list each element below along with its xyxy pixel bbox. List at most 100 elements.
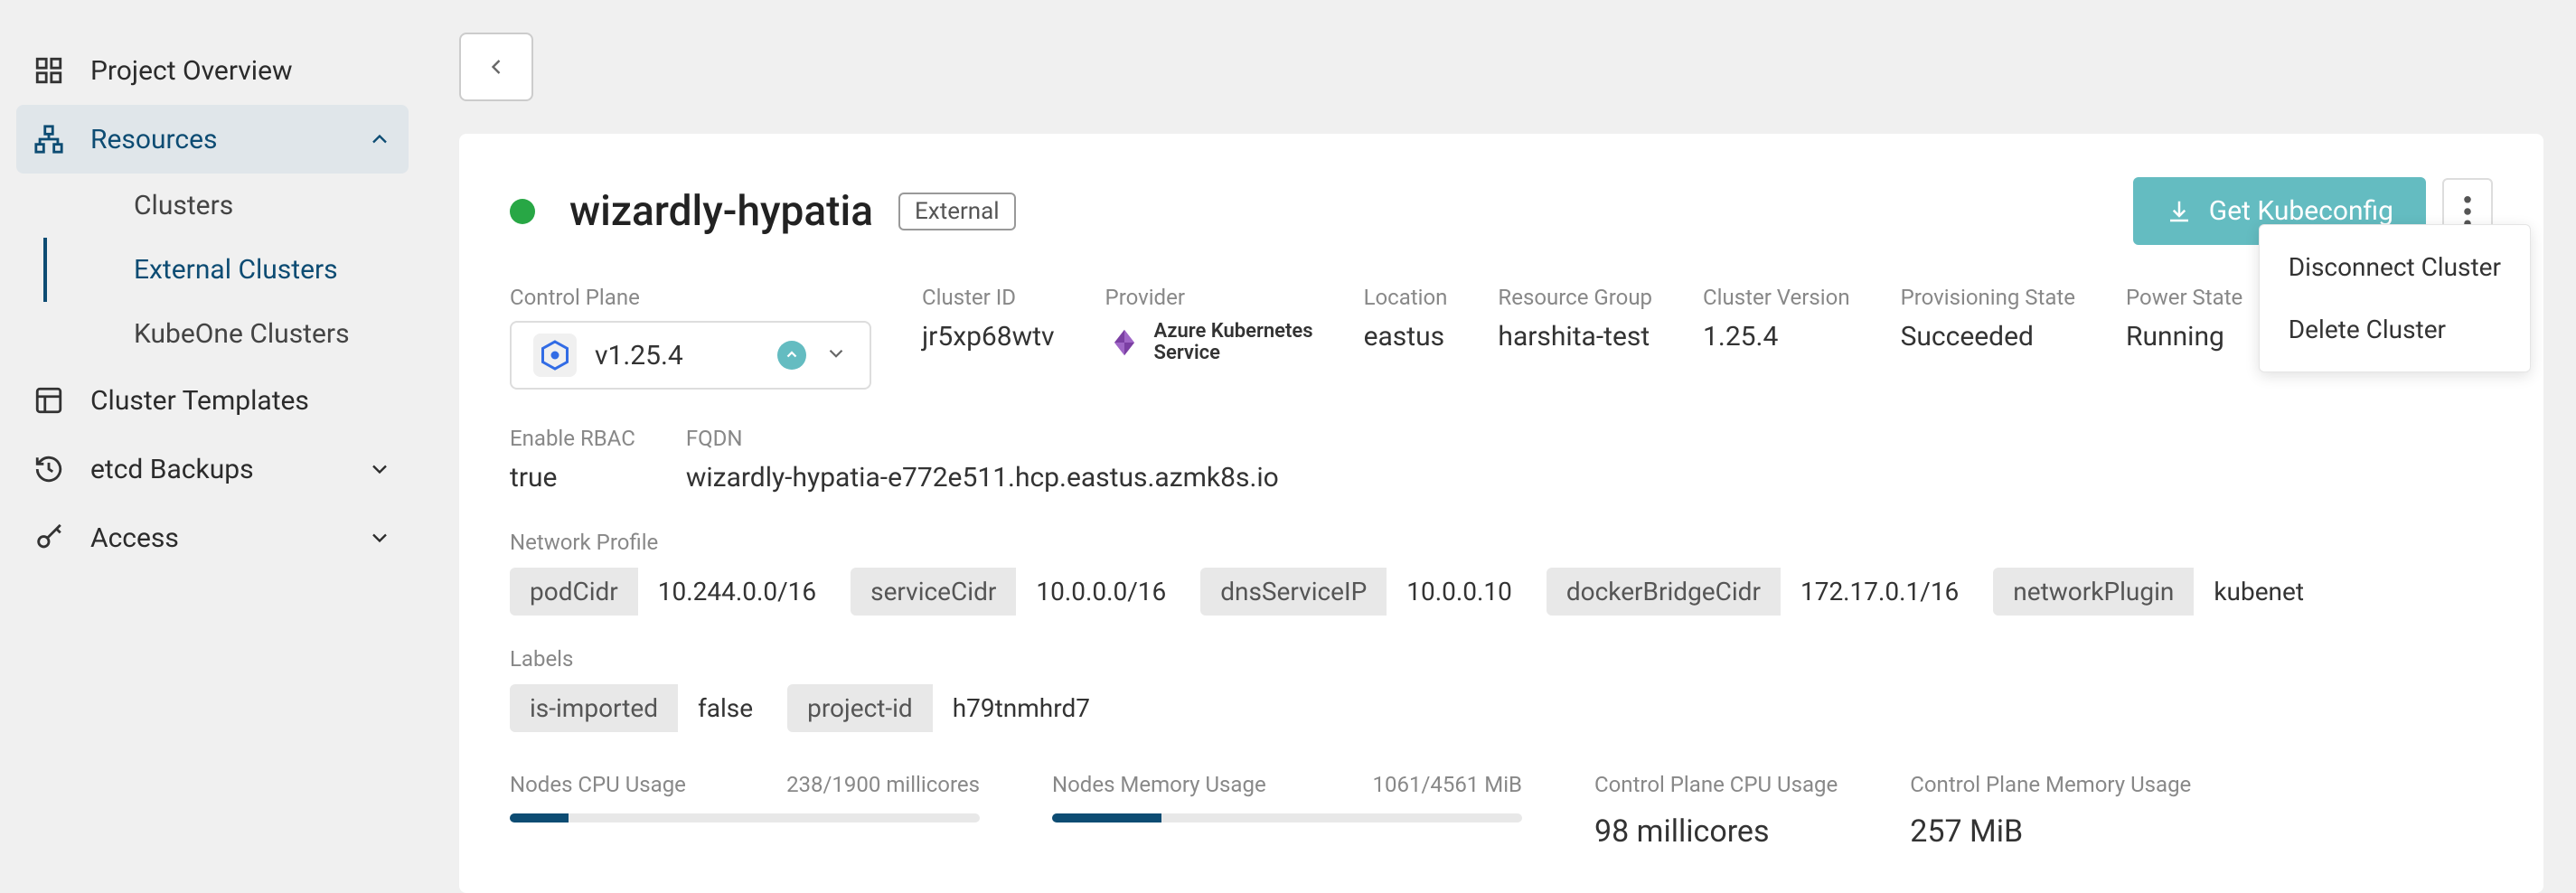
info-value: true: [510, 462, 635, 494]
sidebar-label: Resources: [90, 124, 218, 155]
chip-key: networkPlugin: [1993, 568, 2194, 616]
info-value: 1.25.4: [1703, 321, 1850, 352]
info-location: Location eastus: [1364, 285, 1448, 390]
download-icon: [2166, 198, 2193, 225]
azure-icon: [1105, 324, 1143, 362]
cluster-title: wizardly-hypatia: [569, 187, 873, 236]
external-tag: External: [898, 193, 1016, 230]
info-cluster-id: Cluster ID jr5xp68wtv: [922, 285, 1055, 390]
section-labels: Labels: [510, 646, 2493, 672]
info-label: Cluster ID: [922, 285, 1055, 310]
network-profile-chips: podCidr10.244.0.0/16 serviceCidr10.0.0.0/…: [510, 568, 2493, 616]
info-control-plane: Control Plane v1.25.4: [510, 285, 871, 390]
usage-label: Control Plane Memory Usage: [1910, 772, 2191, 797]
sidebar-item-project-overview[interactable]: Project Overview: [16, 36, 409, 105]
chip-value: 10.244.0.0/16: [638, 568, 836, 616]
chip-key: serviceCidr: [851, 568, 1016, 616]
sidebar-label: Access: [90, 522, 179, 554]
sidebar-item-clusters[interactable]: Clusters: [43, 174, 409, 238]
chip-key: project-id: [787, 684, 933, 732]
info-provider: Provider Azure KubernetesService: [1105, 285, 1313, 390]
chip-pair: dockerBridgeCidr172.17.0.1/16: [1547, 568, 1979, 616]
info-enable-rbac: Enable RBAC true: [510, 426, 635, 494]
chip-pair: serviceCidr10.0.0.0/16: [851, 568, 1186, 616]
usage-cp-memory: Control Plane Memory Usage 257 MiB: [1910, 772, 2191, 850]
info-value: Azure KubernetesService: [1154, 321, 1313, 364]
control-plane-selector[interactable]: v1.25.4: [510, 321, 871, 390]
chip-pair: dnsServiceIP10.0.0.10: [1200, 568, 1532, 616]
chip-value: 10.0.0.0/16: [1016, 568, 1186, 616]
sidebar-item-etcd-backups[interactable]: etcd Backups: [16, 435, 409, 503]
info-cluster-version: Cluster Version 1.25.4: [1703, 285, 1850, 390]
template-icon: [33, 384, 65, 417]
sidebar-item-resources[interactable]: Resources: [16, 105, 409, 174]
info-value: wizardly-hypatia-e772e511.hcp.eastus.azm…: [686, 462, 1279, 494]
info-fqdn: FQDN wizardly-hypatia-e772e511.hcp.eastu…: [686, 426, 1279, 494]
tree-icon: [33, 123, 65, 155]
upgrade-badge-icon: [777, 341, 806, 370]
sidebar-item-access[interactable]: Access: [16, 503, 409, 572]
chip-value: h79tnmhrd7: [933, 684, 1110, 732]
info-resource-group: Resource Group harshita-test: [1498, 285, 1652, 390]
history-icon: [33, 453, 65, 485]
usage-fill: [1052, 813, 1161, 822]
chip-pair: networkPluginkubenet: [1993, 568, 2324, 616]
chevron-up-icon: [367, 127, 392, 152]
chip-key: podCidr: [510, 568, 638, 616]
sidebar-label: etcd Backups: [90, 454, 254, 485]
sidebar-item-kubeone-clusters[interactable]: KubeOne Clusters: [43, 302, 409, 366]
section-network-profile: Network Profile: [510, 530, 2493, 555]
info-value: Running: [2126, 321, 2242, 352]
chip-pair: is-importedfalse: [510, 684, 773, 732]
usage-nodes-cpu: Nodes CPU Usage 238/1900 millicores: [510, 772, 980, 850]
usage-label: Nodes Memory Usage: [1052, 772, 1266, 797]
info-value: Succeeded: [1901, 321, 2075, 352]
disconnect-cluster-item[interactable]: Disconnect Cluster: [2260, 236, 2530, 298]
chevron-down-icon: [824, 342, 848, 369]
key-icon: [33, 522, 65, 554]
info-power-state: Power State Running: [2126, 285, 2242, 390]
chevron-down-icon: [367, 456, 392, 482]
usage-cp-cpu: Control Plane CPU Usage 98 millicores: [1594, 772, 1838, 850]
main-content: wizardly-hypatia External Get Kubeconfig…: [425, 0, 2576, 850]
chip-key: dnsServiceIP: [1200, 568, 1387, 616]
button-label: Get Kubeconfig: [2209, 195, 2393, 227]
usage-value: 98 millicores: [1594, 813, 1838, 850]
info-value: v1.25.4: [595, 340, 683, 371]
info-label: Power State: [2126, 285, 2242, 310]
chip-value: 172.17.0.1/16: [1781, 568, 1979, 616]
kubernetes-icon: [533, 334, 577, 377]
info-label: Provisioning State: [1901, 285, 2075, 310]
back-button[interactable]: [459, 33, 533, 101]
info-label: Provider: [1105, 285, 1313, 310]
chip-value: false: [678, 684, 773, 732]
info-label: Resource Group: [1498, 285, 1652, 310]
sidebar-label: Project Overview: [90, 55, 293, 87]
labels-chips: is-importedfalse project-idh79tnmhrd7: [510, 684, 2493, 732]
sidebar-label: Cluster Templates: [90, 385, 309, 417]
chip-pair: podCidr10.244.0.0/16: [510, 568, 836, 616]
info-value: jr5xp68wtv: [922, 321, 1055, 352]
usage-value: 257 MiB: [1910, 813, 2191, 850]
info-label: FQDN: [686, 426, 1279, 451]
sidebar-item-external-clusters[interactable]: External Clusters: [43, 238, 409, 302]
info-label: Enable RBAC: [510, 426, 635, 451]
info-provisioning-state: Provisioning State Succeeded: [1901, 285, 2075, 390]
usage-value: 1061/4561 MiB: [1372, 772, 1522, 797]
info-label: Cluster Version: [1703, 285, 1850, 310]
usage-label: Nodes CPU Usage: [510, 772, 686, 797]
usage-bar: [1052, 813, 1522, 822]
chip-value: 10.0.0.10: [1387, 568, 1532, 616]
cluster-card: wizardly-hypatia External Get Kubeconfig…: [459, 134, 2543, 893]
chip-pair: project-idh79tnmhrd7: [787, 684, 1110, 732]
usage-value: 238/1900 millicores: [786, 772, 980, 797]
chip-key: dockerBridgeCidr: [1547, 568, 1781, 616]
chevron-down-icon: [367, 525, 392, 550]
status-dot: [510, 199, 535, 224]
chip-value: kubenet: [2194, 568, 2324, 616]
info-value: harshita-test: [1498, 321, 1652, 352]
delete-cluster-item[interactable]: Delete Cluster: [2260, 298, 2530, 361]
context-menu: Disconnect Cluster Delete Cluster: [2259, 224, 2531, 372]
info-label: Location: [1364, 285, 1448, 310]
sidebar-item-cluster-templates[interactable]: Cluster Templates: [16, 366, 409, 435]
